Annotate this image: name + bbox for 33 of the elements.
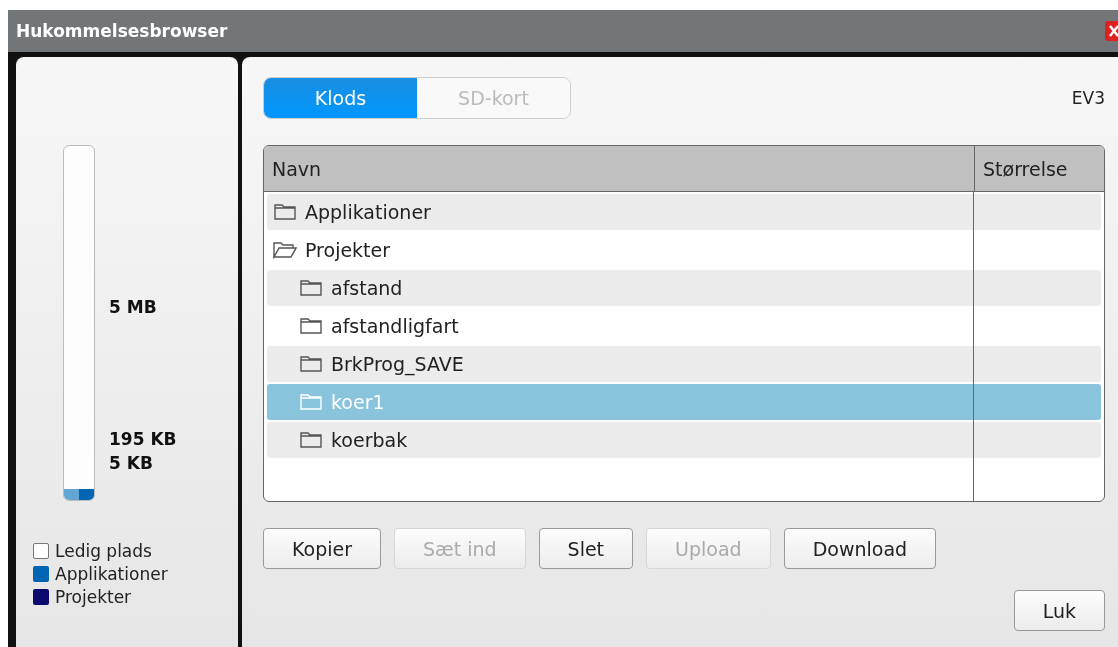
action-button[interactable]: Download [783,528,937,569]
folder-icon [299,317,323,335]
close-icon[interactable] [1104,19,1118,43]
folder-icon [299,393,323,411]
file-name: Applikationer [305,201,431,223]
folder-icon [273,203,297,221]
action-button[interactable]: Kopier [263,528,381,569]
memory-label: 5 KB [109,453,154,473]
close-button[interactable]: Luk [1013,590,1105,631]
file-row[interactable]: BrkProg_SAVE [267,346,1101,382]
legend-label: Ledig plads [55,541,152,561]
device-label: EV3 [1071,88,1105,108]
file-name: koerbak [331,429,408,451]
memory-label: 5 MB [109,297,158,317]
column-header: Navn [271,156,323,182]
file-name: Projekter [305,239,391,261]
legend-label: Applikationer [55,564,168,584]
file-name: BrkProg_SAVE [331,353,464,375]
action-button[interactable]: Slet [538,528,634,569]
window-title: Hukommelsesbrowser [16,21,228,41]
file-row[interactable]: Applikationer [267,194,1101,230]
open-folder-icon [273,241,297,259]
column-header: Størrelse [974,146,1104,191]
file-name: afstand [331,277,403,299]
file-name: afstandligfart [331,315,459,337]
file-name: koer1 [331,391,385,413]
folder-icon [299,279,323,297]
memory-label: 195 KB [109,429,177,449]
file-row[interactable]: koerbak [267,422,1101,458]
folder-icon [299,431,323,449]
file-row[interactable]: afstand [267,270,1101,306]
folder-icon [299,355,323,373]
legend-label: Projekter [55,587,132,607]
